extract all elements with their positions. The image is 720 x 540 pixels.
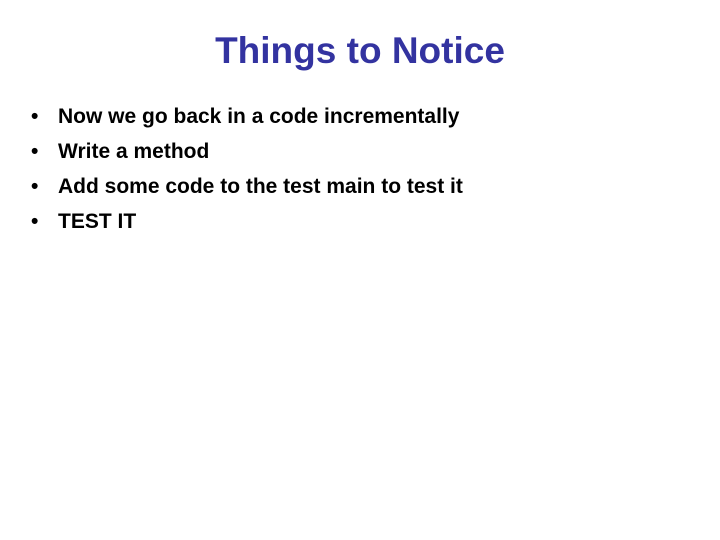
list-item-label: Add some code to the test main to test i… xyxy=(58,175,463,198)
bullet-dot-icon: • xyxy=(31,175,39,198)
page-title: Things to Notice xyxy=(215,30,505,71)
bullet-list: • Now we go back in a code incrementally… xyxy=(24,99,696,239)
list-item-label: Write a method xyxy=(58,140,210,163)
list-item: • TEST IT xyxy=(24,204,696,239)
list-item: • Now we go back in a code incrementally xyxy=(24,99,696,134)
list-item-label: Now we go back in a code incrementally xyxy=(58,105,460,128)
bullet-dot-icon: • xyxy=(31,105,39,128)
list-item: • Add some code to the test main to test… xyxy=(24,169,696,204)
list-item-label: TEST IT xyxy=(58,210,137,233)
bullet-dot-icon: • xyxy=(31,140,39,163)
list-item: • Write a method xyxy=(24,134,696,169)
presentation-slide: Things to Notice • Now we go back in a c… xyxy=(0,0,720,540)
bullet-dot-icon: • xyxy=(31,210,39,233)
